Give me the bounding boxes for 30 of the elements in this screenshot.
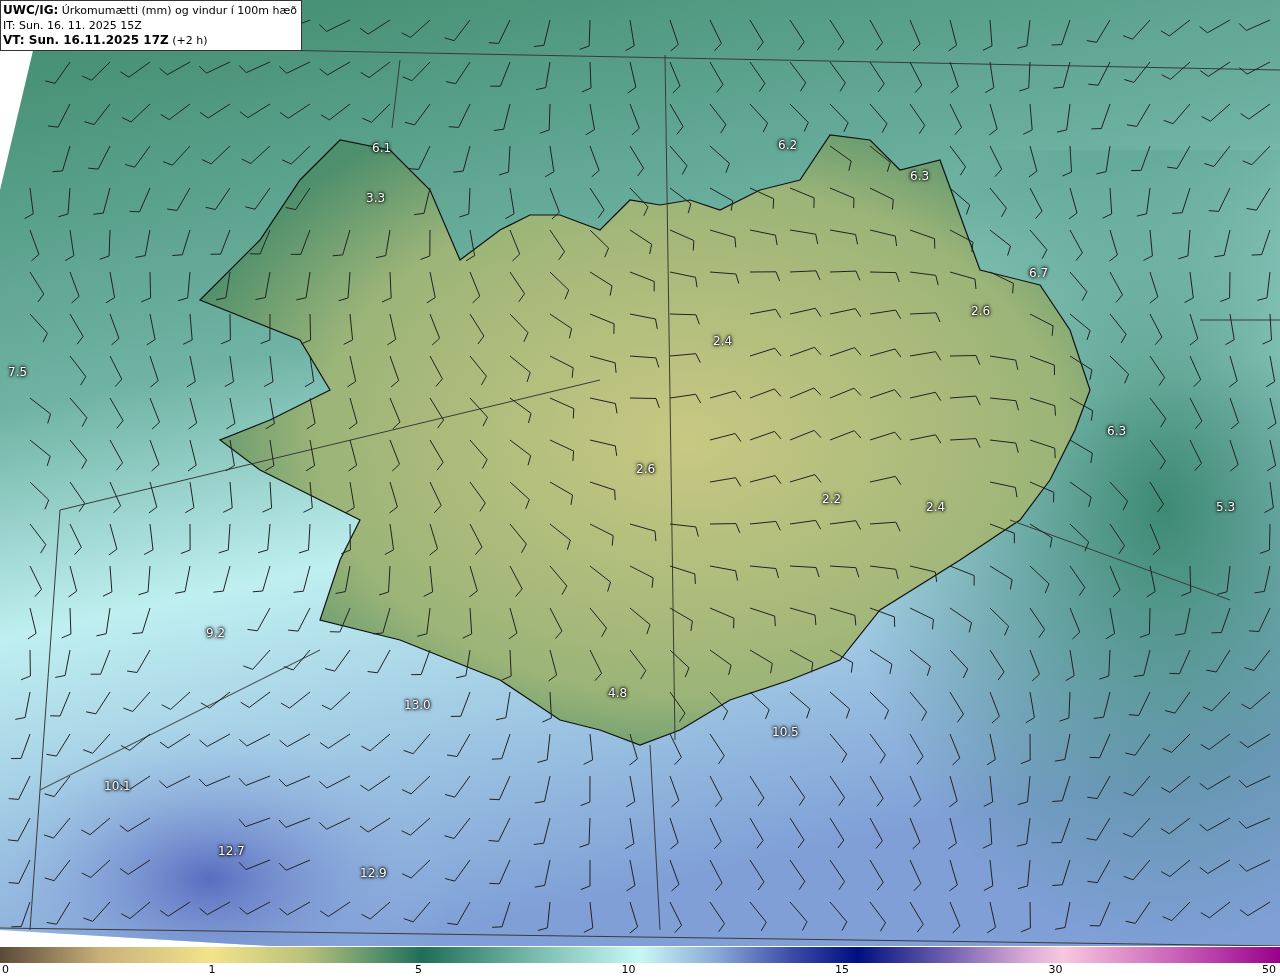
colorbar-tick-label: 5 bbox=[415, 963, 422, 977]
precipitation-value: 2.6 bbox=[971, 304, 991, 318]
precipitation-value: 13.0 bbox=[404, 698, 431, 712]
precipitation-value: 2.2 bbox=[822, 492, 842, 506]
colorbar-tick-label: 50 bbox=[1262, 963, 1276, 977]
precipitation-value: 7.5 bbox=[8, 365, 28, 379]
valid-time: VT: Sun. 16.11.2025 17Z (+2 h) bbox=[3, 33, 209, 48]
colorbar-tick-label: 1 bbox=[208, 963, 216, 977]
precipitation-value: 3.3 bbox=[366, 191, 386, 205]
precipitation-value: 10.1 bbox=[104, 779, 131, 793]
colorbar-tick-label: 30 bbox=[1048, 963, 1063, 977]
precipitation-value: 12.9 bbox=[360, 866, 387, 880]
precipitation-value: 2.4 bbox=[713, 334, 733, 348]
map-title: UWC/IG: Úrkomumætti (mm) og vindur í 100m hæð bbox=[3, 3, 297, 18]
precipitation-value: 6.1 bbox=[372, 141, 392, 155]
precipitation-value: 6.3 bbox=[1107, 424, 1127, 438]
precipitation-value: 9.2 bbox=[206, 626, 226, 640]
colorbar-tick-label: 0 bbox=[2, 963, 9, 977]
issue-time: IT: Sun. 16. 11. 2025 15Z bbox=[3, 18, 143, 33]
precipitation-value: 6.7 bbox=[1029, 266, 1049, 280]
precipitation-value: 12.7 bbox=[218, 844, 245, 858]
colorbar-tick-label: 15 bbox=[835, 963, 849, 977]
precipitation-value: 4.8 bbox=[608, 686, 628, 700]
precipitation-value: 6.2 bbox=[778, 138, 798, 152]
precipitation-value: 5.3 bbox=[1216, 500, 1236, 514]
precipitation-value: 10.5 bbox=[772, 725, 799, 739]
precipitation-value: 2.4 bbox=[926, 500, 946, 514]
precipitation-value: 2.6 bbox=[636, 462, 656, 476]
precipitation-value: 6.3 bbox=[910, 169, 930, 183]
colorbar-tick-label: 10 bbox=[621, 963, 636, 977]
